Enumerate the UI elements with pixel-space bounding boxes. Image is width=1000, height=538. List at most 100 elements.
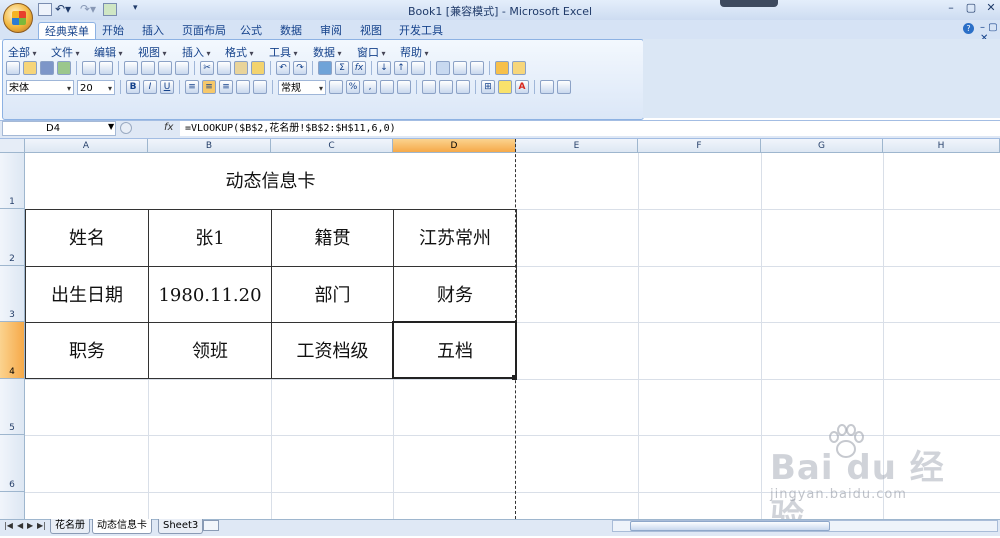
- column-header-c[interactable]: C: [271, 139, 393, 153]
- cell-d2[interactable]: 江苏常州: [393, 209, 517, 267]
- research-icon[interactable]: [175, 61, 189, 75]
- column-header-f[interactable]: F: [638, 139, 761, 153]
- copy-icon[interactable]: [217, 61, 231, 75]
- sheet-tab-sheet3[interactable]: Sheet3: [158, 519, 204, 534]
- menu-window[interactable]: 窗口: [357, 44, 386, 60]
- row-header-7[interactable]: [0, 492, 25, 519]
- fill-color-icon[interactable]: [498, 80, 512, 94]
- undo-toolbar-icon[interactable]: ↶: [276, 61, 290, 75]
- tab-data[interactable]: 数据: [274, 22, 308, 39]
- new-icon[interactable]: [6, 61, 20, 75]
- last-sheet-icon[interactable]: ▶|: [37, 521, 46, 530]
- percent-button[interactable]: %: [346, 80, 360, 94]
- menu-file[interactable]: 文件: [51, 44, 80, 60]
- clipboard-icon[interactable]: [540, 80, 554, 94]
- style-icon[interactable]: [495, 61, 509, 75]
- cell-c4[interactable]: 工资档级: [271, 322, 394, 379]
- row-header-2[interactable]: 2: [0, 209, 25, 266]
- cell-b4[interactable]: 领班: [148, 322, 272, 379]
- text-direction-icon[interactable]: [456, 80, 470, 94]
- increase-indent-icon[interactable]: [439, 80, 453, 94]
- hyperlink-icon[interactable]: [318, 61, 332, 75]
- chart-icon[interactable]: [436, 61, 450, 75]
- name-box-dropdown-icon[interactable]: ▼: [108, 122, 114, 131]
- row-header-5[interactable]: 5: [0, 379, 25, 435]
- save-icon[interactable]: [40, 61, 54, 75]
- row-header-3[interactable]: 3: [0, 266, 25, 322]
- filter-icon[interactable]: [411, 61, 425, 75]
- cell-a2[interactable]: 姓名: [25, 209, 149, 267]
- tab-home[interactable]: 开始: [96, 22, 130, 39]
- comma-button[interactable]: ,: [363, 80, 377, 94]
- column-header-g[interactable]: G: [761, 139, 883, 153]
- sheet-tab-info-card[interactable]: 动态信息卡: [92, 519, 152, 534]
- menu-all[interactable]: 全部: [8, 44, 37, 60]
- sheet-tab-roster[interactable]: 花名册: [50, 519, 90, 534]
- tab-formulas[interactable]: 公式: [234, 22, 268, 39]
- format-painter-icon[interactable]: [251, 61, 265, 75]
- folder-icon[interactable]: [512, 61, 526, 75]
- paste-icon[interactable]: [234, 61, 248, 75]
- tab-insert[interactable]: 插入: [136, 22, 170, 39]
- prev-sheet-icon[interactable]: ◀: [17, 521, 23, 530]
- minimize-button[interactable]: –: [940, 1, 962, 16]
- first-sheet-icon[interactable]: |◀: [4, 521, 13, 530]
- font-size-select[interactable]: 20: [77, 79, 115, 96]
- column-header-a[interactable]: A: [25, 139, 148, 153]
- office-button[interactable]: [3, 3, 33, 33]
- menu-format[interactable]: 格式: [225, 44, 254, 60]
- cell-c2[interactable]: 籍贯: [271, 209, 394, 267]
- info-card-title[interactable]: 动态信息卡: [25, 153, 516, 210]
- redo-toolbar-icon[interactable]: ↷: [293, 61, 307, 75]
- menu-view[interactable]: 视图: [138, 44, 167, 60]
- select-all-corner[interactable]: [0, 139, 25, 153]
- font-color-icon[interactable]: A: [515, 80, 529, 94]
- autosum-icon[interactable]: Σ: [335, 61, 349, 75]
- name-box[interactable]: D4: [2, 121, 116, 136]
- menu-edit[interactable]: 编辑: [94, 44, 123, 60]
- insert-function-icon[interactable]: fx: [164, 122, 173, 133]
- menu-help[interactable]: 帮助: [400, 44, 429, 60]
- cell-b2[interactable]: 张1: [148, 209, 272, 267]
- cell-b3[interactable]: 1980.11.20: [148, 266, 272, 323]
- column-header-h[interactable]: H: [883, 139, 1000, 153]
- tab-developer[interactable]: 开发工具: [393, 22, 449, 39]
- sort-descending-icon[interactable]: ↑: [394, 61, 408, 75]
- row-header-6[interactable]: 6: [0, 435, 25, 492]
- align-right-icon[interactable]: ≡: [219, 80, 233, 94]
- row-header-1[interactable]: 1: [0, 153, 25, 209]
- preview-icon[interactable]: [141, 61, 155, 75]
- column-header-d[interactable]: D: [393, 139, 516, 153]
- tab-classic-menu[interactable]: 经典菜单: [38, 22, 96, 40]
- decrease-decimal-icon[interactable]: [397, 80, 411, 94]
- spelling-icon[interactable]: [158, 61, 172, 75]
- permission-icon[interactable]: [57, 61, 71, 75]
- find-icon[interactable]: [557, 80, 571, 94]
- function-icon[interactable]: fx: [352, 61, 366, 75]
- formula-bar-expand-icon[interactable]: [120, 122, 132, 134]
- drawing-icon[interactable]: [453, 61, 467, 75]
- print-icon[interactable]: [99, 61, 113, 75]
- tab-review[interactable]: 审阅: [314, 22, 348, 39]
- next-sheet-icon[interactable]: ▶: [27, 521, 33, 530]
- borders-icon[interactable]: ⊞: [481, 80, 495, 94]
- currency-icon[interactable]: [329, 80, 343, 94]
- sort-ascending-icon[interactable]: ↓: [377, 61, 391, 75]
- formula-input[interactable]: =VLOOKUP($B$2,花名册!$B$2:$H$11,6,0): [180, 121, 1000, 136]
- align-center-icon[interactable]: ≡: [202, 80, 216, 94]
- cell-a3[interactable]: 出生日期: [25, 266, 149, 323]
- row-header-4[interactable]: 4: [0, 322, 25, 379]
- underline-button[interactable]: U: [160, 80, 174, 94]
- help-icon[interactable]: ?: [963, 23, 974, 34]
- tab-page-layout[interactable]: 页面布局: [176, 22, 232, 39]
- menu-data[interactable]: 数据: [313, 44, 342, 60]
- close-button[interactable]: ✕: [980, 1, 1000, 16]
- wrap-text-icon[interactable]: [253, 80, 267, 94]
- column-header-b[interactable]: B: [148, 139, 271, 153]
- fill-handle[interactable]: [512, 375, 517, 380]
- cut-icon[interactable]: ✂: [200, 61, 214, 75]
- cell-d3[interactable]: 财务: [393, 266, 517, 323]
- insert-sheet-icon[interactable]: [203, 520, 219, 531]
- tab-view[interactable]: 视图: [354, 22, 388, 39]
- align-left-icon[interactable]: ≡: [185, 80, 199, 94]
